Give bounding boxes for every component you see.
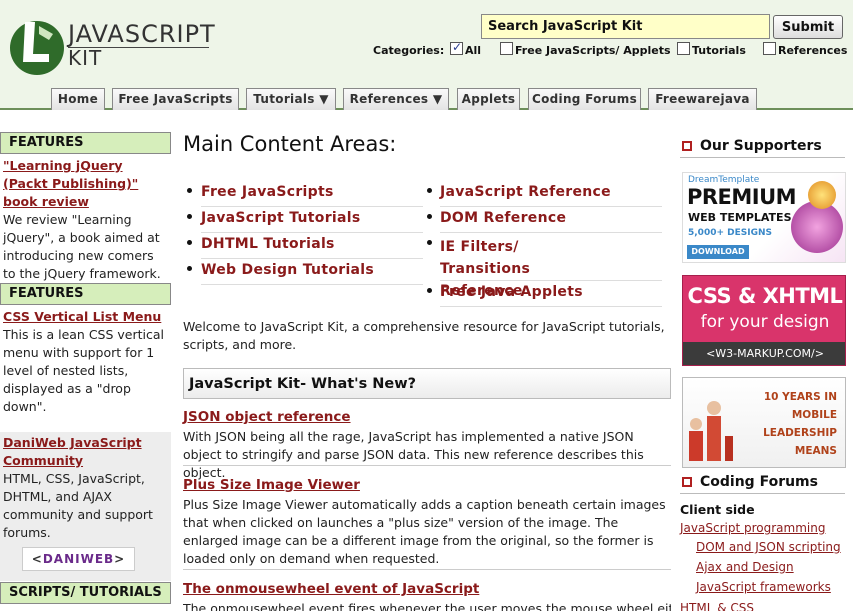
area-link-free-javascripts[interactable]: Free JavaScripts xyxy=(201,184,334,200)
nav-tab-coding-forums[interactable]: Coding Forums xyxy=(528,88,641,110)
supporters-heading: Our Supporters xyxy=(700,138,822,154)
nav-tab-applets[interactable]: Applets xyxy=(457,88,520,110)
category-all-label: All xyxy=(465,44,482,57)
daniweb-item: DaniWeb JavaScript Community HTML, CSS, … xyxy=(0,434,171,542)
category-references-checkbox[interactable] xyxy=(763,42,776,55)
category-tutorials-label: Tutorials xyxy=(692,44,746,57)
search-submit-button[interactable]: Submit xyxy=(773,15,843,39)
news-text: With JSON being all the rage, JavaScript… xyxy=(183,429,644,480)
ad-title: CSS & XHTML xyxy=(687,284,843,308)
ad-download-button[interactable]: DOWNLOAD xyxy=(687,245,749,259)
divider xyxy=(440,280,662,281)
daniweb-description: HTML, CSS, JavaScript, DHTML, and AJAX c… xyxy=(3,471,153,540)
area-link-dhtml-tutorials[interactable]: DHTML Tutorials xyxy=(201,236,335,252)
site-header: JAVASCRIPT KIT Submit Categories: All Fr… xyxy=(0,0,853,110)
ad-decoration xyxy=(791,201,843,253)
category-all-checkbox[interactable] xyxy=(450,40,463,55)
category-references-label: References xyxy=(778,44,848,57)
divider xyxy=(440,206,662,207)
ad-w3-markup[interactable]: CSS & XHTML for your design <W3-MARKUP.C… xyxy=(682,275,846,366)
bullet-icon xyxy=(427,188,432,193)
ad-text: 10 YEARS IN MOBILE LEADERSHIP MEANS xyxy=(763,391,837,457)
bullet-icon xyxy=(187,266,192,271)
square-bullet-icon xyxy=(682,477,692,487)
feature-link-jquery-review[interactable]: "Learning jQuery (Packt Publishing)" boo… xyxy=(3,157,168,211)
feature-description: We review "Learning jQuery", a book aime… xyxy=(3,212,161,281)
nav-tab-freewarejava[interactable]: Freewarejava xyxy=(648,88,757,110)
bullet-icon xyxy=(427,214,432,219)
category-tutorials-checkbox[interactable] xyxy=(677,42,690,55)
divider xyxy=(680,493,845,494)
ad-title: PREMIUM xyxy=(687,185,797,209)
whats-new-heading: JavaScript Kit- What's New? xyxy=(183,368,671,399)
features-heading-2: FEATURES xyxy=(0,283,171,305)
feature-link-css-menu[interactable]: CSS Vertical List Menu xyxy=(3,308,168,326)
area-link-javascript-reference[interactable]: JavaScript Reference xyxy=(440,184,611,200)
features-heading: FEATURES xyxy=(0,132,171,154)
square-bullet-icon xyxy=(682,141,692,151)
ad-count: 5,000+ DESIGNS xyxy=(688,228,772,238)
area-link-free-java-applets[interactable]: Free Java Applets xyxy=(440,284,583,300)
category-free-javascripts-label: Free JavaScripts/ Applets xyxy=(515,44,671,57)
nav-tab-home[interactable]: Home xyxy=(51,88,105,110)
divider xyxy=(440,232,662,233)
coding-forums-heading: Coding Forums xyxy=(700,474,818,490)
divider xyxy=(201,284,423,285)
divider xyxy=(440,306,662,307)
nav-tab-free-javascripts[interactable]: Free JavaScripts xyxy=(112,88,239,110)
nav-tab-tutorials[interactable]: Tutorials ▼ xyxy=(246,88,336,110)
news-text: Plus Size Image Viewer automatically add… xyxy=(183,497,666,566)
nav-tab-references[interactable]: References ▼ xyxy=(343,88,449,110)
divider xyxy=(201,232,423,233)
feature-item: CSS Vertical List Menu This is a lean CS… xyxy=(0,308,171,416)
ad-decoration xyxy=(808,181,836,209)
bullet-icon xyxy=(187,214,192,219)
ad-subtitle: for your design xyxy=(700,312,830,332)
bullet-icon xyxy=(427,288,432,293)
bullet-icon xyxy=(427,240,432,245)
forum-link-ajax-design[interactable]: Ajax and Design xyxy=(696,560,794,574)
daniweb-logo-text: DANIWEB xyxy=(42,552,115,566)
divider xyxy=(680,157,845,158)
ad-dreamtemplate[interactable]: DreamTemplate PREMIUM WEB TEMPLATES 5,00… xyxy=(682,172,846,263)
search-input[interactable] xyxy=(481,14,770,39)
left-sidebar: FEATURES "Learning jQuery (Packt Publish… xyxy=(0,132,171,611)
feature-item: "Learning jQuery (Packt Publishing)" boo… xyxy=(0,157,171,283)
forum-link-dom-json[interactable]: DOM and JSON scripting xyxy=(696,540,841,554)
welcome-text: Welcome to JavaScript Kit, a comprehensi… xyxy=(183,319,665,352)
forum-link-javascript-programming[interactable]: JavaScript programming xyxy=(680,521,825,535)
news-title-plus-size[interactable]: Plus Size Image Viewer xyxy=(183,477,360,493)
feature-description: This is a lean CSS vertical menu with su… xyxy=(3,327,165,414)
ad-brand: DreamTemplate xyxy=(688,175,760,185)
bullet-icon xyxy=(187,188,192,193)
news-title-onmousewheel[interactable]: The onmousewheel event of JavaScript xyxy=(183,581,479,597)
figures-icon xyxy=(689,401,733,461)
page-title: Main Content Areas: xyxy=(183,132,397,156)
area-link-web-design-tutorials[interactable]: Web Design Tutorials xyxy=(201,262,374,278)
ad-subtitle: WEB TEMPLATES xyxy=(688,211,792,224)
divider xyxy=(201,206,423,207)
divider xyxy=(183,569,671,570)
divider xyxy=(201,258,423,259)
bullet-icon xyxy=(187,240,192,245)
news-text: The onmousewheel event fires whenever th… xyxy=(183,601,671,611)
scripts-tutorials-heading: SCRIPTS/ TUTORIALS xyxy=(0,582,171,604)
divider xyxy=(183,465,671,466)
ad-mobile-leadership[interactable]: 10 YEARS IN MOBILE LEADERSHIP MEANS xyxy=(682,377,846,468)
categories-label: Categories: xyxy=(373,44,445,57)
client-side-heading: Client side xyxy=(680,502,755,517)
daniweb-logo[interactable]: <DANIWEB> xyxy=(22,547,135,571)
daniweb-link[interactable]: DaniWeb JavaScript Community xyxy=(3,434,168,470)
area-link-dom-reference[interactable]: DOM Reference xyxy=(440,210,566,226)
forum-link-html-css[interactable]: HTML & CSS xyxy=(680,601,754,611)
category-free-javascripts-checkbox[interactable] xyxy=(500,42,513,55)
ad-footer: <W3-MARKUP.COM/> xyxy=(683,342,845,365)
javascript-kit-logo-icon[interactable] xyxy=(9,12,65,78)
area-link-javascript-tutorials[interactable]: JavaScript Tutorials xyxy=(201,210,360,226)
news-title-json[interactable]: JSON object reference xyxy=(183,409,351,425)
logo-title[interactable]: JAVASCRIPT xyxy=(68,20,216,48)
logo-subtitle[interactable]: KIT xyxy=(68,46,102,70)
forum-link-javascript-frameworks[interactable]: JavaScript frameworks xyxy=(696,580,831,594)
